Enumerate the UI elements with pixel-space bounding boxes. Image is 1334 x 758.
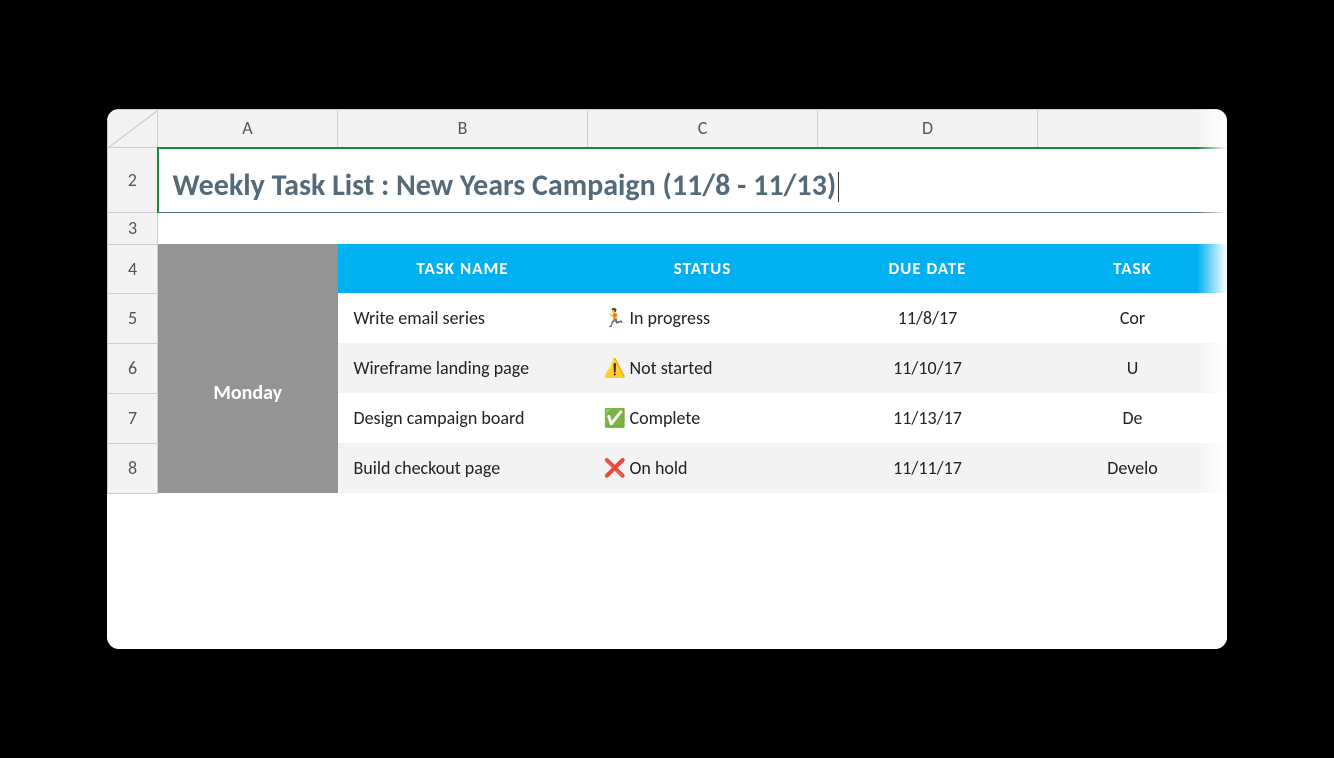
due-cell-1[interactable]: 11/10/17 [818,343,1038,393]
spreadsheet-card: A B C D 2 Weekly Task List : New Years C… [107,109,1227,649]
column-header-row: A B C D [108,110,1228,148]
status-cell-1[interactable]: ⚠️ Not started [588,343,818,393]
cross-icon: ❌ [604,457,624,479]
task-cell-1[interactable]: Wireframe landing page [338,343,588,393]
fade-bottom [107,599,1227,649]
due-cell-2[interactable]: 11/13/17 [818,393,1038,443]
spreadsheet-grid[interactable]: A B C D 2 Weekly Task List : New Years C… [107,109,1227,494]
header-task-partial[interactable]: TASK [1038,244,1228,293]
task-cell-0[interactable]: Write email series [338,293,588,343]
status-text-3: On hold [630,457,688,479]
status-text-1: Not started [630,357,713,379]
next-cell-3[interactable]: Develo [1038,443,1228,493]
text-cursor [838,172,839,202]
warning-icon: ⚠️ [604,357,624,379]
running-icon: 🏃 [604,307,624,329]
row-header-4[interactable]: 4 [108,244,158,293]
row-header-8[interactable]: 8 [108,443,158,493]
row-header-2[interactable]: 2 [108,148,158,213]
header-day-blank[interactable] [158,244,338,293]
due-cell-3[interactable]: 11/11/17 [818,443,1038,493]
row-header-6[interactable]: 6 [108,343,158,393]
task-cell-3[interactable]: Build checkout page [338,443,588,493]
next-cell-1[interactable]: U [1038,343,1228,393]
row-4: 4 TASK NAME STATUS DUE DATE TASK [108,244,1228,293]
day-label-monday[interactable]: Monday [158,293,338,493]
row-header-7[interactable]: 7 [108,393,158,443]
header-due-date[interactable]: DUE DATE [818,244,1038,293]
sheet-title: Weekly Task List : New Years Campaign (1… [173,167,837,204]
row-2: 2 Weekly Task List : New Years Campaign … [108,148,1228,213]
title-cell[interactable]: Weekly Task List : New Years Campaign (1… [158,148,1228,213]
row-5: 5 Monday Write email series 🏃In progress… [108,293,1228,343]
empty-cell-row3[interactable] [158,212,1228,244]
task-cell-2[interactable]: Design campaign board [338,393,588,443]
col-header-E[interactable] [1038,110,1228,148]
header-status[interactable]: STATUS [588,244,818,293]
col-header-D[interactable]: D [818,110,1038,148]
col-header-A[interactable]: A [158,110,338,148]
status-cell-2[interactable]: ✅ Complete [588,393,818,443]
check-icon: ✅ [604,407,624,429]
row-3: 3 [108,212,1228,244]
next-cell-2[interactable]: De [1038,393,1228,443]
status-cell-3[interactable]: ❌ On hold [588,443,818,493]
select-all-corner[interactable] [108,110,158,148]
status-cell-0[interactable]: 🏃 In progress [588,293,818,343]
row-header-5[interactable]: 5 [108,293,158,343]
status-text-2: Complete [630,407,701,429]
header-task-name[interactable]: TASK NAME [338,244,588,293]
col-header-C[interactable]: C [588,110,818,148]
row-header-3[interactable]: 3 [108,212,158,244]
due-cell-0[interactable]: 11/8/17 [818,293,1038,343]
next-cell-0[interactable]: Cor [1038,293,1228,343]
status-text-0: In progress [630,307,711,329]
col-header-B[interactable]: B [338,110,588,148]
